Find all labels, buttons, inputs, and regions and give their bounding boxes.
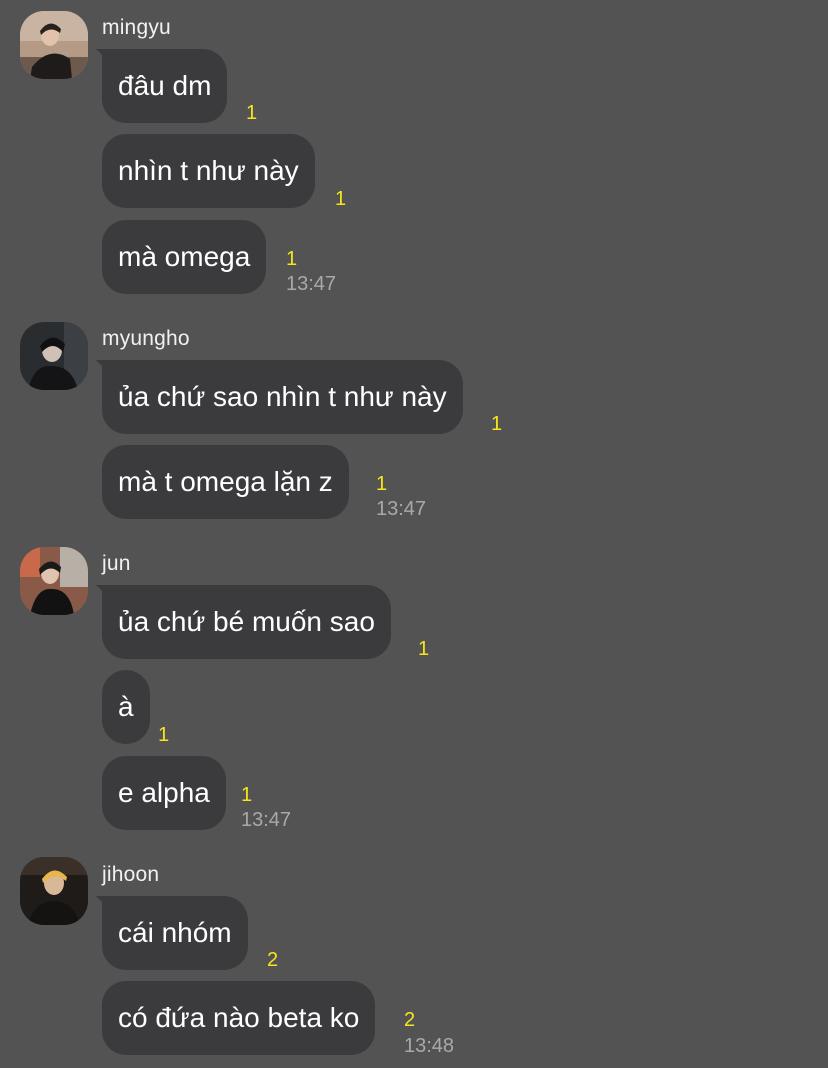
sender-name: myungho [102, 327, 190, 350]
message-bubble[interactable]: đâu dm [102, 49, 228, 123]
avatar-mingyu[interactable] [20, 11, 88, 79]
avatar-jun[interactable] [20, 547, 88, 615]
profile-photo-icon [20, 11, 88, 79]
message-bubble[interactable]: e alpha [102, 756, 226, 830]
sender-name: jihoon [102, 863, 160, 886]
unread-count: 1 [491, 413, 503, 435]
message-bubble[interactable]: à [102, 670, 150, 744]
timestamp: 13:48 [404, 1035, 455, 1057]
message-bubble[interactable]: có đứa nào beta ko [102, 981, 376, 1055]
profile-photo-icon [20, 547, 88, 615]
message-bubble[interactable]: cái nhóm [102, 896, 248, 970]
unread-count: 1 [335, 188, 347, 210]
message-bubble[interactable]: mà omega [102, 220, 267, 294]
unread-count: 1 [158, 724, 170, 746]
message-bubble[interactable]: nhìn t như này [102, 134, 315, 208]
profile-photo-icon [20, 857, 88, 925]
timestamp: 13:47 [241, 809, 292, 831]
avatar-jihoon[interactable] [20, 857, 88, 925]
unread-count: 1 [376, 473, 388, 495]
timestamp: 13:47 [286, 273, 337, 295]
unread-count: 2 [404, 1009, 416, 1031]
sender-name: jun [102, 552, 131, 575]
avatar-myungho[interactable] [20, 322, 88, 390]
message-bubble[interactable]: ủa chứ bé muốn sao [102, 585, 391, 659]
message-bubble[interactable]: mà t omega lặn z [102, 445, 349, 519]
unread-count: 1 [286, 248, 298, 270]
unread-count: 1 [418, 638, 430, 660]
unread-count: 1 [241, 784, 253, 806]
chat-view: mingyu đâu dm 1 nhìn t như này 1 mà omeg… [0, 0, 828, 1068]
sender-name: mingyu [102, 16, 171, 39]
profile-photo-icon [20, 322, 88, 390]
unread-count: 2 [267, 949, 279, 971]
message-bubble[interactable]: ủa chứ sao nhìn t như này [102, 360, 463, 434]
timestamp: 13:47 [376, 498, 427, 520]
unread-count: 1 [246, 102, 258, 124]
